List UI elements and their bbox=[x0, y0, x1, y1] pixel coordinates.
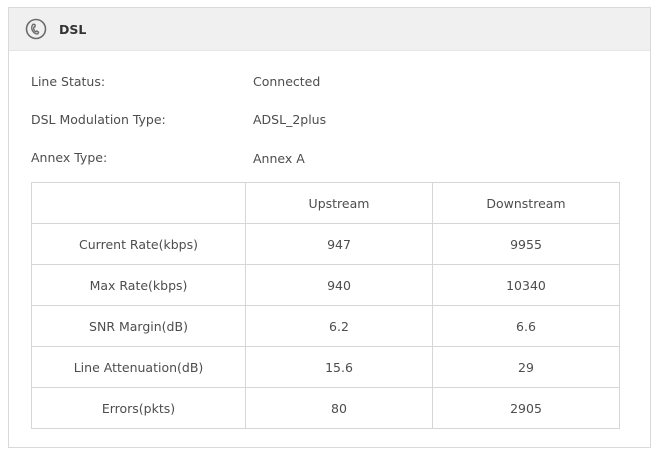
line-status-label: Line Status: bbox=[31, 74, 106, 89]
row-label: Max Rate(kbps) bbox=[31, 264, 246, 306]
annex-type-value: Annex A bbox=[253, 151, 305, 166]
dsl-stats-table: Upstream Downstream Current Rate(kbps) 9… bbox=[31, 182, 620, 429]
table-row: Max Rate(kbps) 940 10340 bbox=[31, 264, 620, 306]
upstream-value: 940 bbox=[245, 264, 433, 306]
table-header-downstream: Downstream bbox=[432, 182, 620, 224]
downstream-value: 9955 bbox=[432, 223, 620, 265]
table-header-empty bbox=[31, 182, 246, 224]
downstream-value: 2905 bbox=[432, 387, 620, 429]
table-header-upstream: Upstream bbox=[245, 182, 433, 224]
table-header-row: Upstream Downstream bbox=[31, 182, 620, 224]
upstream-value: 80 bbox=[245, 387, 433, 429]
row-label: Current Rate(kbps) bbox=[31, 223, 246, 265]
annex-type-label: Annex Type: bbox=[31, 150, 108, 165]
downstream-value: 29 bbox=[432, 346, 620, 388]
downstream-value: 10340 bbox=[432, 264, 620, 306]
table-row: Current Rate(kbps) 947 9955 bbox=[31, 223, 620, 265]
line-status-value: Connected bbox=[253, 74, 321, 89]
panel-title: DSL bbox=[59, 21, 87, 37]
upstream-value: 947 bbox=[245, 223, 433, 265]
table-row: Line Attenuation(dB) 15.6 29 bbox=[31, 346, 620, 388]
table-row: SNR Margin(dB) 6.2 6.6 bbox=[31, 305, 620, 347]
row-label: SNR Margin(dB) bbox=[31, 305, 246, 347]
panel-header: DSL bbox=[9, 8, 650, 51]
row-label: Errors(pkts) bbox=[31, 387, 246, 429]
modulation-type-label: DSL Modulation Type: bbox=[31, 112, 166, 127]
table-row: Errors(pkts) 80 2905 bbox=[31, 387, 620, 429]
downstream-value: 6.6 bbox=[432, 305, 620, 347]
modulation-type-value: ADSL_2plus bbox=[253, 112, 327, 127]
dsl-phone-icon bbox=[25, 18, 47, 40]
upstream-value: 15.6 bbox=[245, 346, 433, 388]
row-label: Line Attenuation(dB) bbox=[31, 346, 246, 388]
dsl-panel: DSL Line Status: Connected DSL Modulatio… bbox=[8, 7, 651, 448]
upstream-value: 6.2 bbox=[245, 305, 433, 347]
